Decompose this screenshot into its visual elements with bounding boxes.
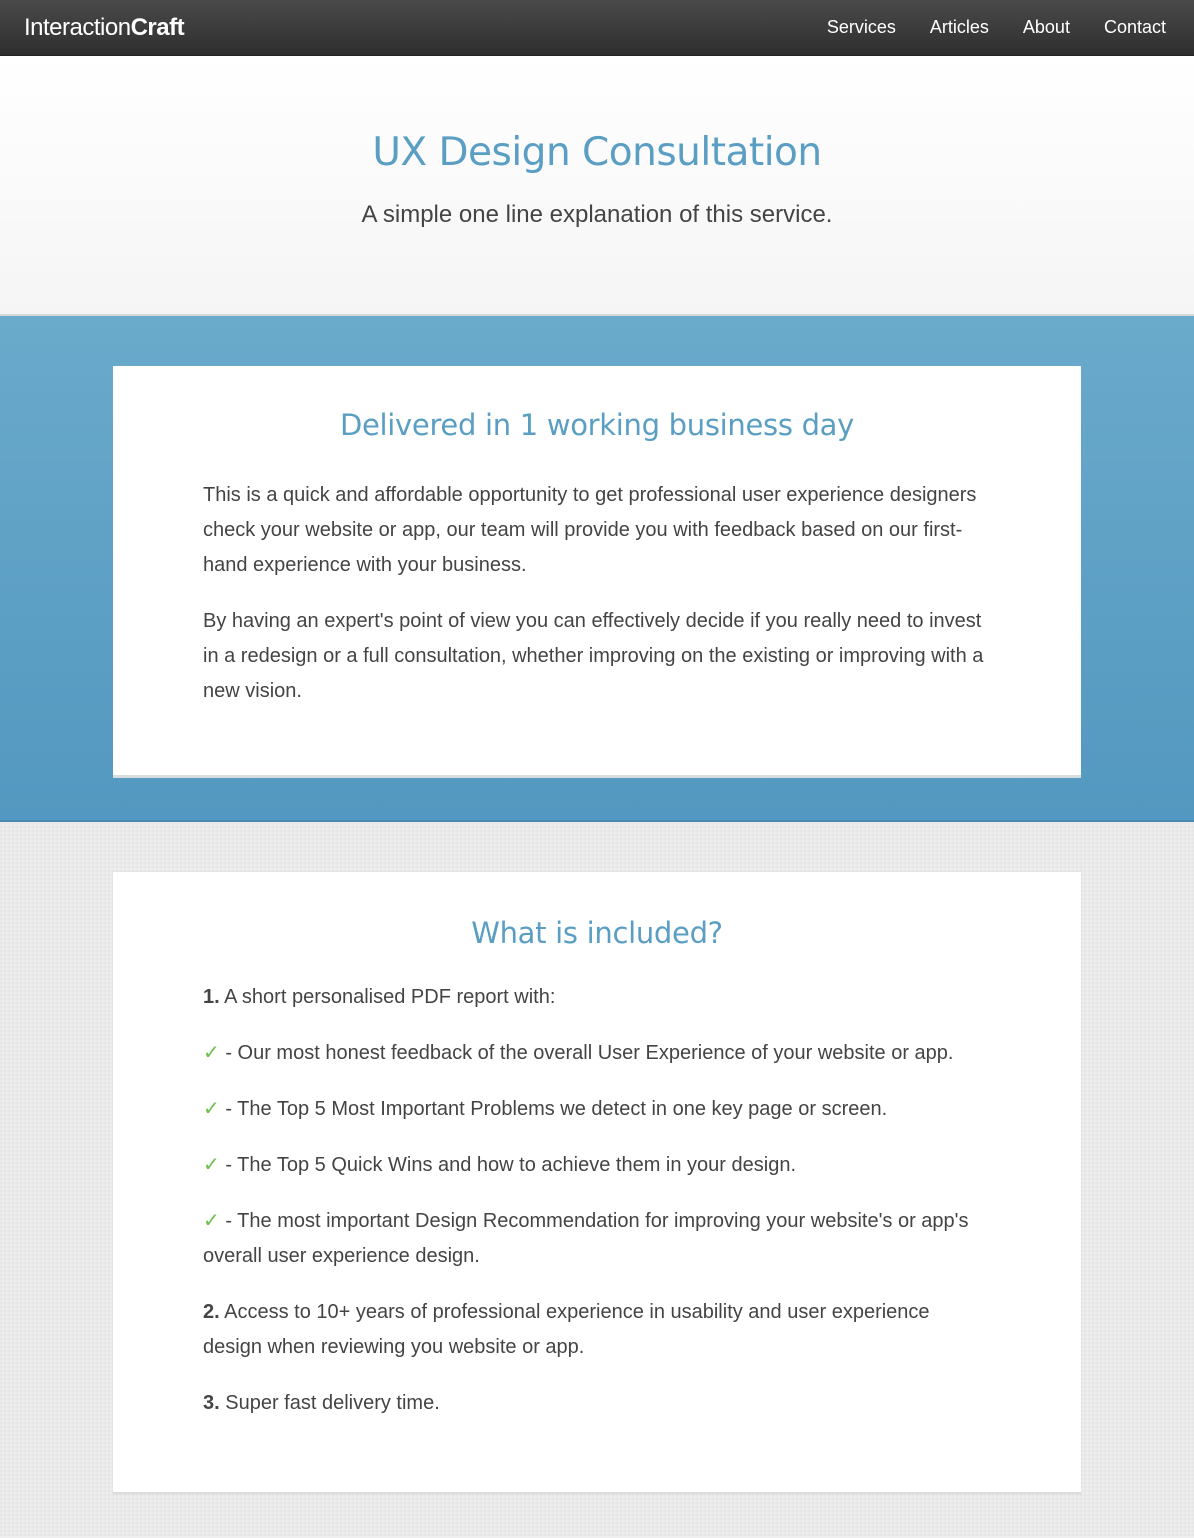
check-item-text: - The most important Design Recommendati… [203,1210,969,1267]
delivery-paragraph-1: This is a quick and affordable opportuni… [203,484,977,576]
included-heading: What is included? [471,916,723,950]
brand-name-bold: Craft [130,13,185,41]
check-item-text: - Our most honest feedback of the overal… [219,1042,954,1064]
included-item-1: 1. A short personalised PDF report with: [203,980,991,1015]
nav-link-about[interactable]: About [1023,17,1070,38]
item-text: Access to 10+ years of professional expe… [203,1301,930,1358]
included-check-item: ✓ - The most important Design Recommenda… [203,1204,991,1274]
included-card: What is included? 1. A short personalise… [113,872,1081,1494]
hero-section: UX Design Consultation A simple one line… [0,56,1194,316]
delivery-band: Delivered in 1 working business day This… [0,316,1194,822]
check-item-text: - The Top 5 Quick Wins and how to achiev… [219,1154,796,1176]
item-number: 1. [203,986,220,1008]
included-check-item: ✓ - The Top 5 Most Important Problems we… [203,1092,991,1127]
included-section: What is included? 1. A short personalise… [0,822,1194,1536]
included-item-3: 3. Super fast delivery time. [203,1386,991,1421]
nav-link-contact[interactable]: Contact [1104,17,1166,38]
delivery-paragraph-2: By having an expert's point of view you … [203,610,984,702]
nav-links: Services Articles About Contact [827,17,1166,38]
nav-link-services[interactable]: Services [827,17,896,38]
check-item-text: - The Top 5 Most Important Problems we d… [219,1098,888,1120]
page-title: UX Design Consultation [372,130,822,175]
check-icon: ✓ [203,1210,220,1232]
included-check-item: ✓ - The Top 5 Quick Wins and how to achi… [203,1148,991,1183]
item-text: Super fast delivery time. [219,1392,440,1414]
brand-logo[interactable]: Interaction Craft [24,13,185,42]
delivery-heading: Delivered in 1 working business day [339,408,855,442]
included-item-2: 2. Access to 10+ years of professional e… [203,1295,991,1365]
nav-link-articles[interactable]: Articles [930,17,989,38]
page-subtitle: A simple one line explanation of this se… [361,201,833,228]
brand-name-light: Interaction [24,13,131,41]
check-icon: ✓ [203,1042,220,1064]
item-number: 2. [203,1301,220,1323]
item-number: 3. [203,1392,220,1414]
check-icon: ✓ [203,1154,220,1176]
check-icon: ✓ [203,1098,220,1120]
delivery-card: Delivered in 1 working business day This… [113,366,1081,778]
included-check-item: ✓ - Our most honest feedback of the over… [203,1036,991,1071]
top-navbar: Interaction Craft Services Articles About… [0,0,1194,56]
item-text: A short personalised PDF report with: [219,986,556,1008]
